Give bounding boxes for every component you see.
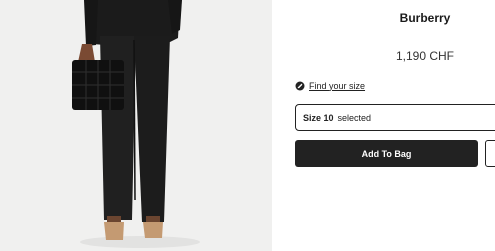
find-your-size-link[interactable]: Find your size <box>295 79 365 92</box>
size-selector[interactable]: Size 10 selected <box>295 104 495 131</box>
add-to-bag-button[interactable]: Add To Bag <box>295 140 478 167</box>
size-status: selected <box>337 112 372 123</box>
selected-size: Size 10 <box>303 112 334 123</box>
find-your-size-label[interactable]: Find your size <box>309 81 365 91</box>
ruler-icon <box>295 81 305 91</box>
product-image[interactable] <box>0 0 272 251</box>
product-photo <box>0 0 272 251</box>
brand-name[interactable]: Burberry <box>360 11 490 25</box>
wishlist-button[interactable] <box>485 140 495 167</box>
product-price: 1,190 CHF <box>395 49 455 63</box>
